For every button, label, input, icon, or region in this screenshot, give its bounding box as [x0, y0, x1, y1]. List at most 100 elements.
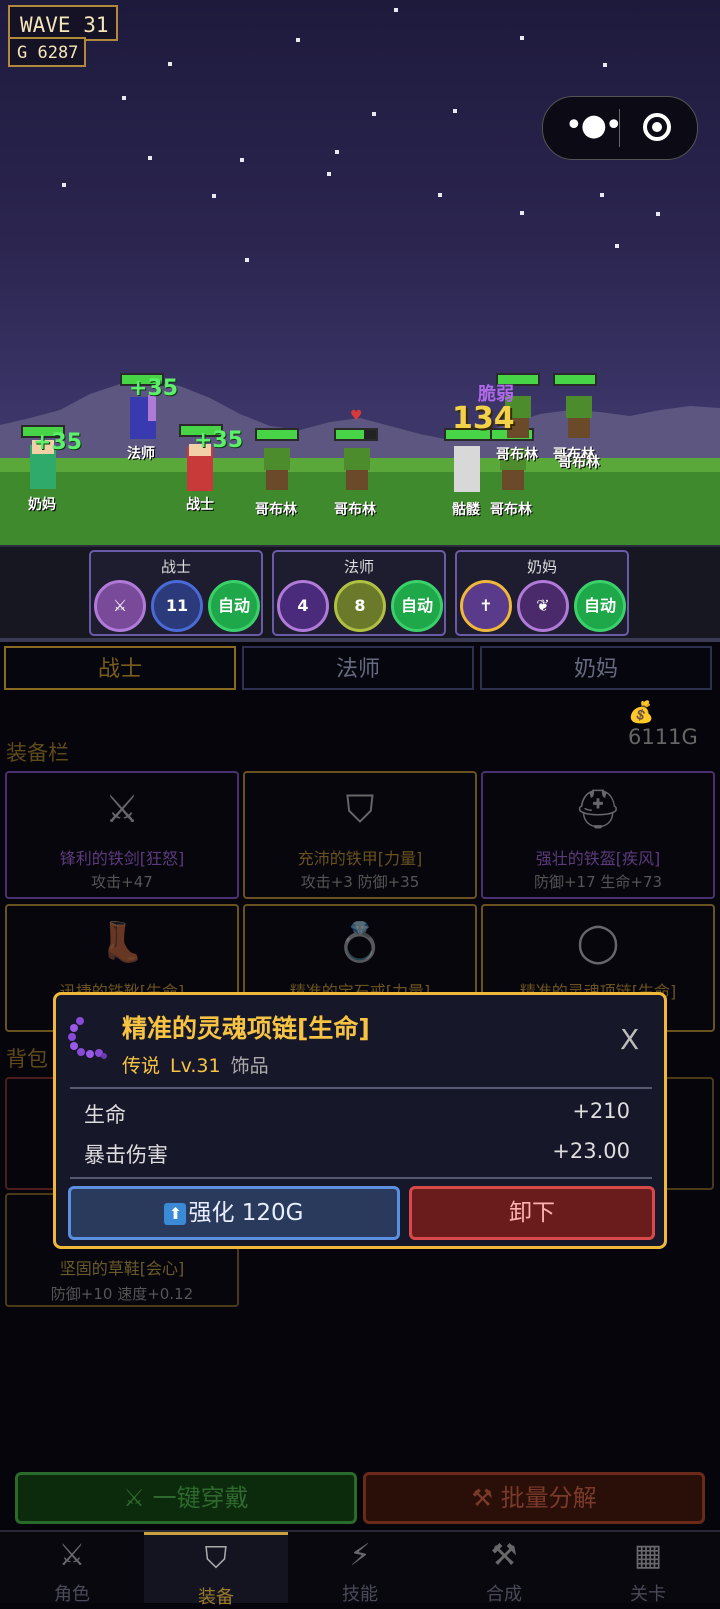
- gold-counter: G 6287: [8, 37, 86, 67]
- nav-label: 技能: [342, 1584, 378, 1605]
- nav-stages[interactable]: ▦ 关卡: [576, 1532, 720, 1605]
- lightning-skill-icon[interactable]: 8: [334, 580, 386, 632]
- wave-counter: WAVE 31: [8, 5, 118, 41]
- equip-name: 充沛的铁甲[力量]: [297, 849, 423, 868]
- ring-icon: 💍: [336, 920, 384, 964]
- unit-label-goblin: 哥布林: [255, 502, 297, 518]
- close-button[interactable]: X: [620, 1023, 639, 1056]
- cross-skill-icon[interactable]: ✝: [460, 580, 512, 632]
- heal-number: +35: [33, 430, 83, 455]
- map-icon: ▦: [633, 1538, 663, 1573]
- heal-number: +35: [129, 376, 179, 401]
- heal-number: +35: [194, 428, 244, 453]
- auto-toggle[interactable]: 自动: [208, 580, 260, 632]
- goblin-hp-bar: [334, 428, 378, 441]
- equip-stat: 攻击+47: [91, 873, 153, 891]
- lightning-icon: ⚡: [349, 1538, 371, 1573]
- equip-stat: 防御+17 生命+73: [533, 873, 663, 891]
- nav-label: 角色: [54, 1584, 90, 1605]
- skill-panel-title: 法师: [343, 558, 374, 576]
- shield-icon: ⛉: [204, 1541, 228, 1576]
- stat-label: 暴击伤害: [84, 1143, 168, 1167]
- goblin-body: [568, 418, 590, 438]
- mini-program-capsule[interactable]: •●•: [542, 96, 698, 160]
- skill-panel-mage: 法师 4 8 自动: [272, 550, 446, 636]
- stat-label: 生命: [84, 1103, 126, 1127]
- popup-title: 精准的灵魂项链[生命]: [122, 1014, 370, 1043]
- bulk-salvage-button[interactable]: ⚒ 批量分解: [363, 1472, 705, 1524]
- broken-heart-icon: ♥: [350, 408, 363, 424]
- item-detail-popup: 精准的灵魂项链[生命] X 传说 Lv.31 饰品 生命 +210 暴击伤害 +23…: [53, 992, 667, 1249]
- popup-subtitle: 传说 Lv.31 饰品: [122, 1051, 269, 1078]
- leaf-skill-icon[interactable]: ❦: [517, 580, 569, 632]
- necklace-icon: [68, 1017, 107, 1059]
- tab-warrior[interactable]: 战士: [4, 646, 236, 690]
- nav-craft[interactable]: ⚒ 合成: [432, 1532, 576, 1605]
- skill-panel-title: 战士: [160, 558, 191, 576]
- unequip-button[interactable]: 卸下: [409, 1186, 655, 1240]
- unit-label-goblin: 哥布林: [334, 502, 376, 518]
- nav-label: 合成: [486, 1584, 522, 1605]
- equip-stat: 攻击+3 防御+35: [300, 873, 420, 891]
- section-title-equip: 装备栏: [6, 741, 69, 765]
- necklace-icon: ◯: [576, 920, 620, 964]
- skill-panel-title: 奶妈: [526, 558, 557, 576]
- unit-label-mage: 法师: [127, 446, 155, 462]
- stat-row: 暴击伤害 +23.00: [84, 1139, 630, 1169]
- nav-equipment[interactable]: ⛉ 装备: [144, 1532, 288, 1608]
- helmet-icon: ⛑: [573, 787, 623, 831]
- unit-label-warrior: 战士: [186, 497, 214, 513]
- equip-slot-weapon[interactable]: ⚔ 锋利的铁剑[狂怒] 攻击+47: [5, 771, 239, 899]
- boot-icon: 👢: [98, 920, 146, 964]
- equip-name: 强壮的铁盔[疾风]: [535, 849, 661, 868]
- enhance-label: 强化 120G: [188, 1200, 304, 1226]
- skill-panel-warrior: 战士 ⚔ 11 自动: [89, 550, 263, 636]
- unit-label-goblin: 哥布林: [490, 502, 532, 518]
- sparkle-skill-icon[interactable]: 4: [277, 580, 329, 632]
- crossed-swords-icon: ⚔: [58, 1538, 86, 1573]
- unit-label-nurse: 奶妈: [28, 497, 56, 513]
- auto-toggle[interactable]: 自动: [574, 580, 626, 632]
- equip-slot-helmet[interactable]: ⛑ 强壮的铁盔[疾风] 防御+17 生命+73: [481, 771, 715, 899]
- shield-skill-icon[interactable]: 11: [151, 580, 203, 632]
- skeleton-sprite: [454, 446, 480, 492]
- bottom-nav: ⚔ 角色 ⛉ 装备 ⚡ 技能 ⚒ 合成 ▦ 关卡: [0, 1530, 720, 1608]
- stat-value: +23.00: [552, 1139, 630, 1163]
- hammer-icon: ⚒: [490, 1538, 518, 1573]
- auto-toggle[interactable]: 自动: [391, 580, 443, 632]
- popup-divider: [70, 1177, 652, 1179]
- shield-icon: ⛉: [345, 787, 375, 831]
- divider: [0, 638, 720, 642]
- unit-label-goblin: 哥布林: [558, 455, 600, 471]
- goblin-hp-bar: [255, 428, 299, 441]
- goblin-sprite: [264, 448, 290, 470]
- tab-mage[interactable]: 法师: [242, 646, 474, 690]
- nav-label: 装备: [198, 1587, 234, 1608]
- goblin-sprite: [344, 448, 370, 470]
- nav-character[interactable]: ⚔ 角色: [0, 1532, 144, 1605]
- upgrade-arrow-icon: ⬆: [164, 1202, 187, 1225]
- damage-number: 134: [452, 401, 515, 436]
- goblin-hp-bar: [553, 373, 597, 386]
- more-dots-icon[interactable]: •●•: [565, 111, 623, 141]
- equip-slot-armor[interactable]: ⛉ 充沛的铁甲[力量] 攻击+3 防御+35: [243, 771, 477, 899]
- equip-name: 锋利的铁剑[狂怒]: [59, 849, 185, 868]
- tab-nurse[interactable]: 奶妈: [480, 646, 712, 690]
- stat-value: +210: [572, 1099, 630, 1123]
- nav-label: 关卡: [630, 1584, 666, 1605]
- auto-equip-button[interactable]: ⚔ 一键穿戴: [15, 1472, 357, 1524]
- enhance-button[interactable]: ⬆ 强化 120G: [68, 1186, 400, 1240]
- close-target-icon[interactable]: [643, 113, 671, 141]
- goblin-body: [266, 470, 288, 490]
- money-bag-icon: 💰: [628, 700, 655, 724]
- sword-skill-icon[interactable]: ⚔: [94, 580, 146, 632]
- level-label: Lv.31: [170, 1055, 221, 1077]
- type-label: 饰品: [230, 1055, 269, 1077]
- nav-skills[interactable]: ⚡ 技能: [288, 1532, 432, 1605]
- goblin-body: [502, 470, 524, 490]
- bag-item-stat: 防御+10 速度+0.12: [50, 1285, 194, 1303]
- sword-icon: ⚔: [104, 787, 140, 831]
- section-title-bag: 背包: [6, 1047, 48, 1071]
- goblin-sprite: [566, 396, 592, 418]
- money-value: 6111G: [628, 725, 698, 749]
